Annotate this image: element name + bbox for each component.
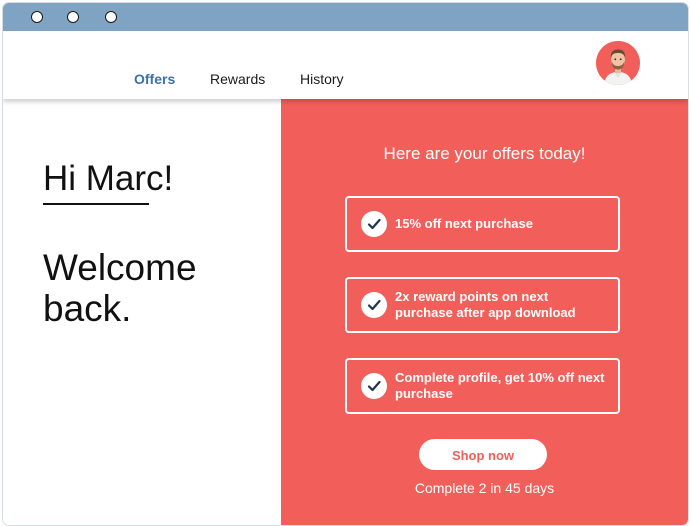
tab-rewards[interactable]: Rewards	[210, 71, 265, 87]
window-close-dot[interactable]	[31, 11, 43, 23]
welcome-message: Welcome back.	[43, 247, 197, 329]
greeting-heading: Hi Marc!	[43, 159, 174, 198]
tab-history[interactable]: History	[300, 71, 344, 87]
checkmark-icon	[361, 211, 387, 237]
user-avatar[interactable]	[596, 41, 640, 85]
checkmark-icon	[361, 292, 387, 318]
top-navbar: Offers Rewards History	[3, 31, 688, 99]
window-titlebar	[3, 3, 688, 31]
app-window: Offers Rewards History Hi Marc! Welcome …	[2, 2, 689, 526]
tab-offers[interactable]: Offers	[134, 71, 175, 87]
offer-card[interactable]: Complete profile, get 10% off next purch…	[345, 358, 620, 414]
greeting-underline	[43, 203, 149, 205]
offer-text: Complete profile, get 10% off next purch…	[395, 370, 605, 401]
offers-heading: Here are your offers today!	[383, 144, 586, 163]
offer-progress-note: Complete 2 in 45 days	[414, 480, 555, 496]
user-avatar-photo-icon	[596, 41, 640, 85]
offer-card[interactable]: 2x reward points on next purchase after …	[345, 277, 620, 333]
window-maximize-dot[interactable]	[105, 11, 117, 23]
welcome-panel: Hi Marc! Welcome back.	[3, 99, 281, 525]
offer-text: 2x reward points on next purchase after …	[395, 289, 576, 320]
shop-now-button[interactable]: Shop now	[419, 439, 547, 470]
offer-text: 15% off next purchase	[395, 216, 533, 231]
offer-card[interactable]: 15% off next purchase	[345, 196, 620, 252]
offers-panel: Here are your offers today! 15% off next…	[281, 99, 688, 525]
checkmark-icon	[361, 373, 387, 399]
window-minimize-dot[interactable]	[67, 11, 79, 23]
